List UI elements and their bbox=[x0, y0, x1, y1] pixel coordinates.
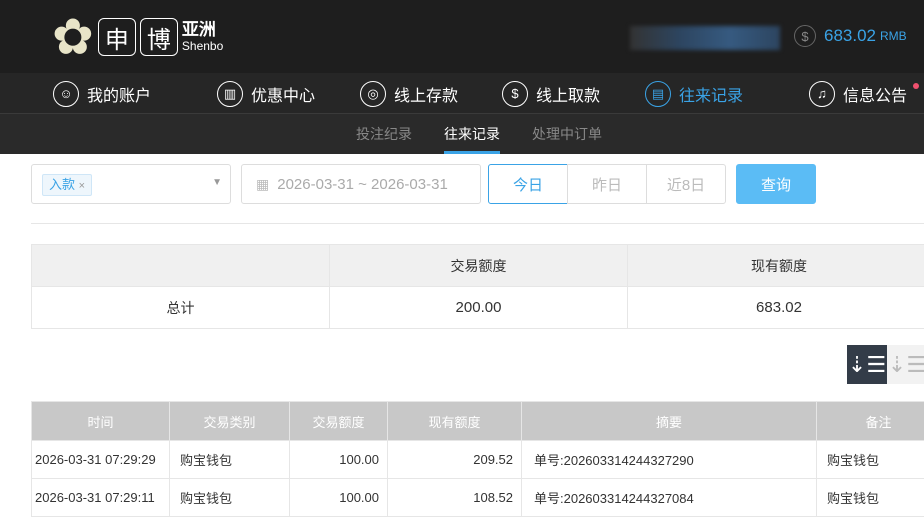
sort-asc-button[interactable]: ⇣☰ bbox=[887, 345, 924, 384]
summary-header bbox=[31, 244, 330, 287]
main-nav: ☺ 我的账户 ▥ 优惠中心 ◎ 线上存款 $ 线上取款 ▤ 往来记录 ♫ 信息公告 bbox=[0, 73, 924, 114]
type-select[interactable]: 入款 × ▼ bbox=[31, 164, 231, 204]
nav-label: 往来记录 bbox=[679, 87, 744, 105]
cell-balance: 209.52 bbox=[387, 440, 522, 479]
sort-desc-button[interactable]: ⇣☰ bbox=[847, 345, 887, 384]
yesterday-button[interactable]: 昨日 bbox=[567, 164, 647, 204]
nav-promotions[interactable]: ▥ 优惠中心 bbox=[217, 73, 315, 114]
column-header: 现有额度 bbox=[387, 401, 522, 441]
summary-header: 交易额度 bbox=[329, 244, 628, 287]
logo[interactable]: ✿ 申 博 亚洲 Shenbo bbox=[52, 8, 223, 66]
summary-header-row: 交易额度 现有额度 bbox=[31, 244, 924, 287]
date-range-value: 2026-03-31 ~ 2026-03-31 bbox=[277, 175, 448, 193]
nav-label: 线上存款 bbox=[394, 87, 459, 105]
cell-summary: 单号:202603314244327290 bbox=[521, 440, 817, 479]
logo-char: 申 bbox=[97, 18, 136, 56]
summary-header: 现有额度 bbox=[627, 244, 924, 287]
tab-transaction-records[interactable]: 往来记录 bbox=[444, 114, 500, 154]
nav-records[interactable]: ▤ 往来记录 bbox=[645, 73, 743, 114]
query-button[interactable]: 查询 bbox=[736, 164, 816, 204]
tab-bet-records[interactable]: 投注纪录 bbox=[356, 114, 412, 154]
cell-type: 购宝钱包 bbox=[169, 440, 290, 479]
calendar-icon: ▦ bbox=[256, 175, 270, 192]
withdraw-icon: $ bbox=[502, 80, 528, 107]
column-header: 摘要 bbox=[521, 401, 817, 441]
table-row: 2026-03-31 07:29:29 购宝钱包 100.00 209.52 单… bbox=[31, 440, 924, 479]
cell-amount: 100.00 bbox=[289, 440, 388, 479]
sort-asc-icon: ⇣☰ bbox=[887, 351, 924, 377]
nav-label: 信息公告 bbox=[843, 87, 908, 105]
logo-char: 博 bbox=[139, 18, 178, 56]
nav-label: 我的账户 bbox=[87, 87, 152, 105]
nav-my-account[interactable]: ☺ 我的账户 bbox=[53, 73, 151, 114]
cell-summary: 单号:202603314244327084 bbox=[521, 478, 817, 517]
balance-currency: RMB bbox=[880, 29, 907, 43]
top-header: ✿ 申 博 亚洲 Shenbo $ 683.02 RMB bbox=[0, 0, 924, 73]
summary-amount: 200.00 bbox=[329, 286, 628, 329]
summary-table: 交易额度 现有额度 总计 200.00 683.02 bbox=[31, 244, 924, 329]
balance-value: 683.02 bbox=[824, 26, 876, 45]
cell-note: 购宝钱包 bbox=[816, 440, 924, 479]
username-blurred bbox=[630, 26, 780, 50]
today-button[interactable]: 今日 bbox=[488, 164, 568, 204]
gift-icon: ▥ bbox=[217, 80, 243, 107]
cell-time: 2026-03-31 07:29:11 bbox=[31, 478, 170, 517]
divider bbox=[31, 223, 924, 224]
cell-note: 购宝钱包 bbox=[816, 478, 924, 517]
logo-text: 亚洲 Shenbo bbox=[181, 20, 224, 53]
nav-label: 线上取款 bbox=[536, 87, 601, 105]
flower-logo-icon: ✿ bbox=[52, 9, 94, 65]
nav-deposit[interactable]: ◎ 线上存款 bbox=[360, 73, 458, 114]
sort-desc-icon: ⇣☰ bbox=[847, 351, 887, 377]
type-tag: 入款 × bbox=[42, 174, 93, 196]
column-header: 时间 bbox=[31, 401, 170, 441]
summary-label: 总计 bbox=[31, 286, 330, 329]
cell-time: 2026-03-31 07:29:29 bbox=[31, 440, 170, 479]
user-icon: ☺ bbox=[53, 80, 79, 107]
column-header: 交易类别 bbox=[169, 401, 290, 441]
summary-row: 总计 200.00 683.02 bbox=[31, 286, 924, 329]
logo-en: Shenbo bbox=[181, 38, 224, 53]
records-table: 时间 交易类别 交易额度 现有额度 摘要 备注 2026-03-31 07:29… bbox=[31, 401, 924, 517]
balance: $ 683.02 RMB bbox=[794, 25, 907, 47]
deposit-icon: ◎ bbox=[360, 80, 386, 107]
sub-nav: 投注纪录 往来记录 处理中订单 bbox=[0, 114, 924, 154]
nav-label: 优惠中心 bbox=[251, 87, 316, 105]
table-header-row: 时间 交易类别 交易额度 现有额度 摘要 备注 bbox=[31, 401, 924, 441]
logo-cn: 亚洲 bbox=[181, 20, 216, 40]
chevron-down-icon: ▼ bbox=[212, 177, 222, 188]
column-header: 交易额度 bbox=[289, 401, 388, 441]
tab-pending-orders[interactable]: 处理中订单 bbox=[532, 114, 602, 154]
dollar-icon: $ bbox=[794, 25, 816, 47]
date-range-input[interactable]: ▦ 2026-03-31 ~ 2026-03-31 bbox=[241, 164, 481, 204]
records-icon: ▤ bbox=[645, 80, 671, 107]
bell-icon: ♫ bbox=[809, 80, 835, 107]
notification-dot bbox=[913, 83, 919, 89]
last-8-days-button[interactable]: 近8日 bbox=[646, 164, 726, 204]
nav-withdraw[interactable]: $ 线上取款 bbox=[502, 73, 600, 114]
type-tag-label: 入款 bbox=[49, 177, 76, 192]
summary-balance: 683.02 bbox=[627, 286, 924, 329]
cell-balance: 108.52 bbox=[387, 478, 522, 517]
tag-close-icon[interactable]: × bbox=[79, 180, 85, 192]
cell-amount: 100.00 bbox=[289, 478, 388, 517]
cell-type: 购宝钱包 bbox=[169, 478, 290, 517]
nav-announcements[interactable]: ♫ 信息公告 bbox=[809, 73, 907, 114]
table-row: 2026-03-31 07:29:11 购宝钱包 100.00 108.52 单… bbox=[31, 478, 924, 517]
column-header: 备注 bbox=[816, 401, 924, 441]
